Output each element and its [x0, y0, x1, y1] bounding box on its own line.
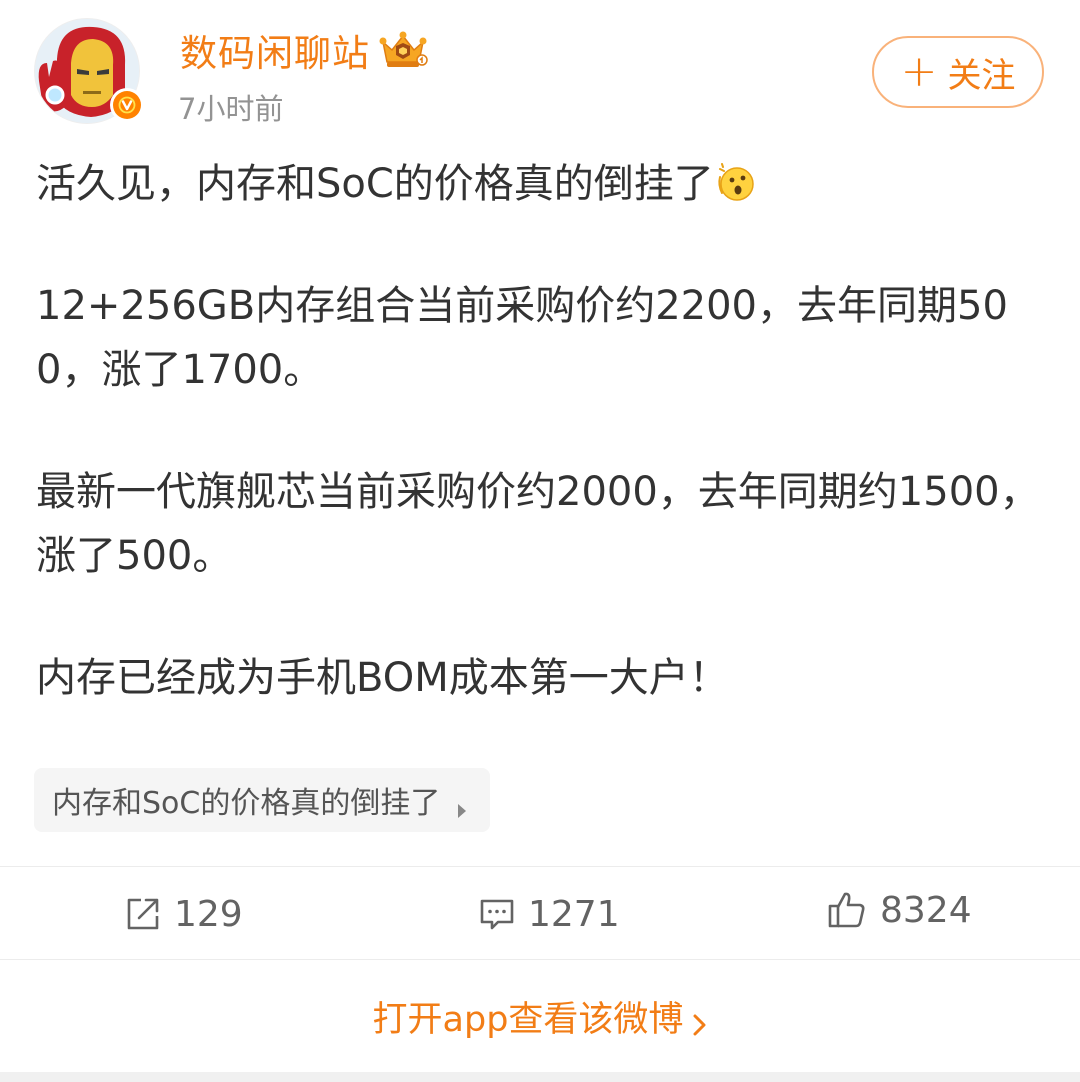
repost-icon	[127, 898, 159, 930]
post-content: 活久见，内存和SoC的价格真的倒挂了 12+256GB内存组合当前采购价约220…	[36, 152, 1048, 768]
post-time: 7小时前	[178, 92, 284, 126]
like-count: 8324	[880, 889, 972, 931]
comment-count: 1271	[528, 893, 620, 935]
user-avatar[interactable]	[34, 18, 144, 128]
chevron-right-icon	[456, 792, 468, 818]
plus-icon: +	[900, 46, 938, 97]
bottom-strip	[0, 1072, 1080, 1082]
comment-button[interactable]: 1271	[478, 868, 620, 960]
chevron-right-icon	[693, 1005, 707, 1036]
like-button[interactable]: 8324	[826, 864, 972, 956]
topic-label: 内存和SoC的价格真的倒挂了	[52, 786, 441, 821]
username-row: 数码闲聊站	[180, 24, 428, 76]
post-paragraph: 最新一代旗舰芯当前采购价约2000，去年同期约1500，涨了500。	[36, 469, 1040, 579]
topic-chip[interactable]: 内存和SoC的价格真的倒挂了	[34, 768, 491, 832]
follow-button[interactable]: + 关注	[872, 36, 1044, 108]
verified-v-icon	[110, 88, 144, 122]
thumbs-up-icon	[828, 892, 865, 928]
comment-icon	[480, 899, 514, 930]
post-paragraph: 内存已经成为手机BOM成本第一大户！	[36, 655, 729, 701]
follow-label: 关注	[947, 55, 1016, 96]
post-paragraph: 活久见，内存和SoC的价格真的倒挂了	[36, 152, 1048, 216]
repost-button[interactable]: 129	[124, 868, 243, 960]
action-bar: 129 1271 8324	[0, 868, 1080, 960]
repost-count: 129	[174, 893, 243, 935]
open-app-link[interactable]: 打开app查看该微博	[0, 960, 1080, 1072]
post-paragraph-text: 活久见，内存和SoC的价格真的倒挂了	[36, 161, 714, 207]
open-app-label: 打开app查看该微博	[372, 999, 684, 1040]
surprised-face-emoji-icon	[716, 158, 756, 201]
post-paragraph: 12+256GB内存组合当前采购价约2200，去年同期500，涨了1700。	[36, 283, 1008, 393]
username[interactable]: 数码闲聊站	[180, 23, 370, 77]
crown-icon	[378, 28, 428, 72]
